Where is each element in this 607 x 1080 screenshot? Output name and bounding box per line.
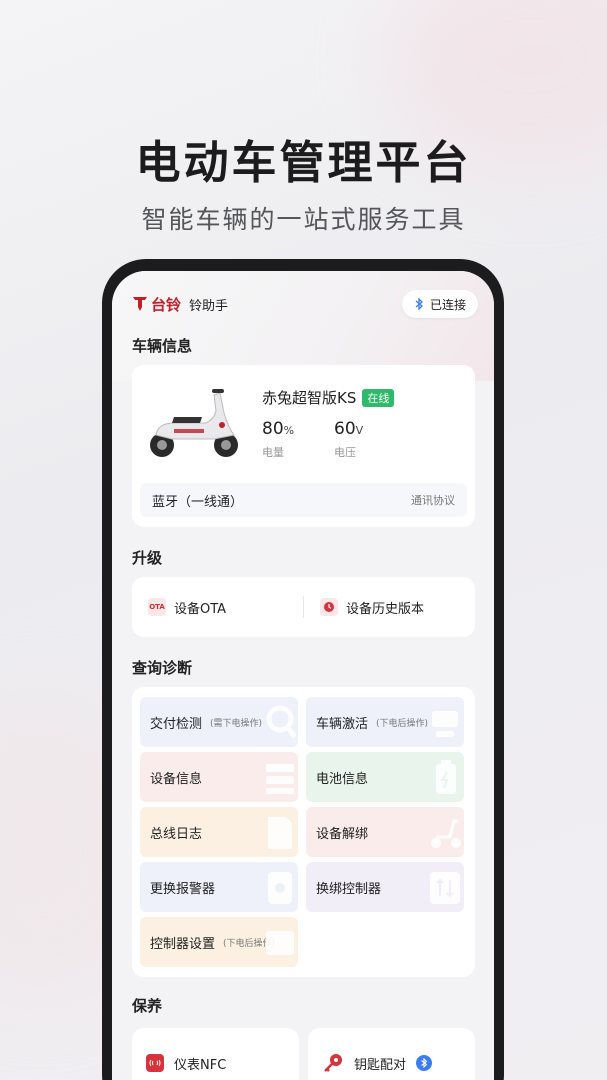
tile-replace-alarm[interactable]: 更换报警器 [140,862,298,912]
tile-vehicle-activate[interactable]: 车辆激活 (下电后操作) [306,697,464,747]
app-screen: 台铃 铃助手 已连接 车辆信息 赤兔超智版KS 在线 80% 电量 60V 电压… [112,271,494,1080]
tile-bus-log[interactable]: 总线日志 [140,807,298,857]
hero-title: 电动车管理平台 [135,136,472,189]
upgrade-card: OTA 设备OTA 设备历史版本 [132,577,475,637]
vehicle-model-name: 赤兔超智版KS [262,389,357,407]
device-info-icon [266,764,294,794]
section-title-upgrade: 升级 [132,549,163,567]
connection-status-text: 已连接 [429,297,466,312]
tile-replace-alarm-label: 更换报警器 [150,881,216,897]
log-icon [268,817,292,849]
diagnostics-card: 交付检测 (需下电操作) 车辆激活 (下电后操作) 设备信息 电池信息 总线日志 [132,687,475,977]
bluetooth-icon [415,298,423,310]
device-ota-button[interactable]: OTA 设备OTA [132,577,303,637]
tile-battery-info-label: 电池信息 [316,771,369,787]
protocol-row[interactable]: 蓝牙（一线通） 通讯协议 [140,483,467,517]
tile-bus-log-label: 总线日志 [150,826,203,842]
battery-stat: 80% 电量 [262,419,294,460]
scooter-unbind-icon [431,819,461,848]
battery-icon [436,760,456,794]
device-history-label: 设备历史版本 [346,601,425,617]
tile-delivery-check-label: 交付检测 [150,716,203,732]
tile-vehicle-activate-label: 车辆激活 [316,716,369,732]
tile-controller-settings[interactable]: 控制器设置 (下电后操作) [140,917,298,967]
vehicle-model: 赤兔超智版KS 在线 [262,387,395,408]
section-title-diagnostics: 查询诊断 [132,659,193,677]
hero-subtitle: 智能车辆的一站式服务工具 [141,205,466,234]
connection-status-pill[interactable]: 已连接 [401,290,478,318]
voltage-unit: V [355,424,364,437]
battery-value: 80 [262,419,284,439]
tile-delivery-check[interactable]: 交付检测 (需下电操作) [140,697,298,747]
top-bar: 台铃 铃助手 已连接 [132,289,478,319]
brand: 台铃 铃助手 [132,294,228,315]
tile-battery-info[interactable]: 电池信息 [306,752,464,802]
brand-logo: 台铃 [132,294,181,315]
tile-device-unbind-label: 设备解绑 [316,826,369,842]
search-icon [266,705,296,739]
status-badge: 在线 [362,388,395,407]
tile-device-info[interactable]: 设备信息 [140,752,298,802]
section-title-vehicle: 车辆信息 [132,337,193,355]
bluetooth-icon [416,1055,433,1071]
meter-nfc-button[interactable]: 仪表NFC [132,1028,299,1080]
scooter-image [150,389,238,457]
brand-logo-icon [133,297,147,311]
voltage-stat: 60V 电压 [334,419,363,460]
key-icon [324,1054,342,1072]
key-pairing-label: 钥匙配对 [354,1057,407,1073]
phone-frame: 台铃 铃助手 已连接 车辆信息 赤兔超智版KS 在线 80% 电量 60V 电压… [102,259,504,1080]
controller-swap-icon [430,872,460,904]
protocol-label: 通讯协议 [411,494,455,507]
alarm-icon [268,872,292,904]
connection-mode: 蓝牙（一线通） [152,494,244,510]
tile-device-info-label: 设备信息 [150,771,203,787]
key-pairing-button[interactable]: 钥匙配对 [308,1028,475,1080]
app-name: 铃助手 [189,298,229,314]
meter-nfc-label: 仪表NFC [174,1057,227,1073]
battery-unit: % [283,424,295,437]
battery-label: 电量 [262,446,284,459]
vehicle-card[interactable]: 赤兔超智版KS 在线 80% 电量 60V 电压 蓝牙（一线通） 通讯协议 [132,365,475,527]
ota-icon: OTA [148,598,166,616]
voltage-value: 60 [334,419,356,439]
device-history-button[interactable]: 设备历史版本 [304,577,475,637]
tile-device-unbind[interactable]: 设备解绑 [306,807,464,857]
tile-swap-controller[interactable]: 换绑控制器 [306,862,464,912]
tile-delivery-check-note: (需下电操作) [210,718,263,729]
voltage-label: 电压 [334,446,356,459]
device-ota-label: 设备OTA [174,601,227,617]
history-icon [320,598,338,616]
controller-settings-icon [266,931,294,955]
nfc-icon [146,1054,164,1072]
brand-logo-text: 台铃 [151,295,182,314]
tile-vehicle-activate-note: (下电后操作) [376,718,429,729]
tile-controller-settings-label: 控制器设置 [150,936,216,952]
tile-swap-controller-label: 换绑控制器 [316,881,382,897]
activate-icon [432,711,458,737]
section-title-maintenance: 保养 [132,997,163,1015]
